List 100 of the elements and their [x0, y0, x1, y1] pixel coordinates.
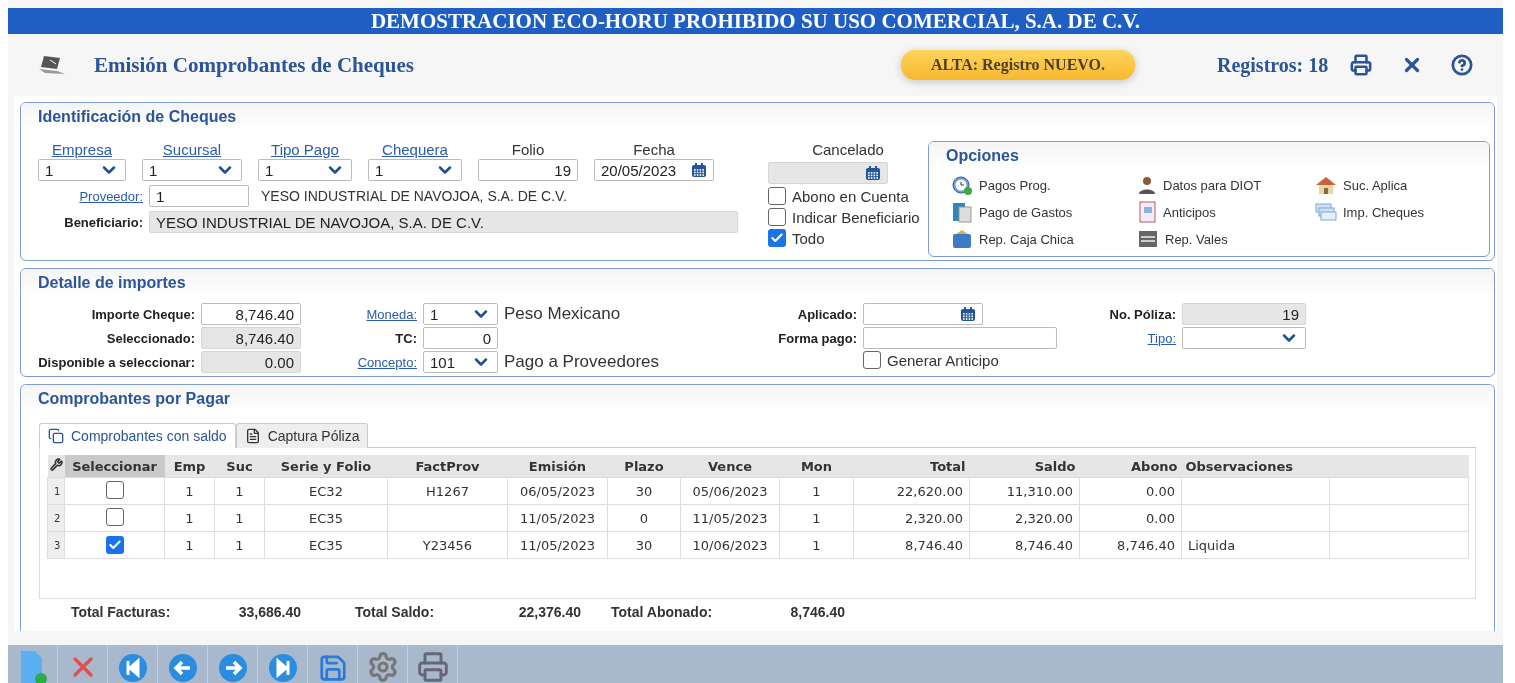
date-field[interactable]: [863, 303, 983, 325]
section-title: Opciones: [946, 147, 1019, 165]
calendar-icon[interactable]: [960, 306, 976, 322]
text-field[interactable]: 1: [149, 185, 249, 207]
field-link[interactable]: Tipo:: [1100, 330, 1176, 346]
column-header[interactable]: Total: [853, 455, 970, 478]
select-field[interactable]: 1: [368, 159, 462, 181]
table-cell: 30: [607, 531, 681, 559]
table-cell: 1: [779, 504, 854, 532]
calendar-icon[interactable]: [691, 162, 707, 178]
column-header[interactable]: Seleccionar: [64, 455, 165, 478]
table-cell: 2,320.00: [853, 504, 970, 532]
page-title: Emisión Comprobantes de Cheques: [94, 52, 414, 78]
field-label: No. Póliza:: [1108, 306, 1176, 322]
column-header[interactable]: Emp: [164, 455, 215, 478]
table-cell: 1: [779, 477, 854, 505]
text-field[interactable]: 19: [478, 159, 578, 181]
checkbox[interactable]: [768, 229, 786, 247]
table-cell: 1: [164, 477, 215, 505]
house-icon: [1315, 175, 1337, 195]
column-header[interactable]: Serie y Folio: [264, 455, 388, 478]
column-header[interactable]: Plazo: [607, 455, 681, 478]
field-label: Disponible a seleccionar:: [38, 354, 195, 370]
column-header[interactable]: Saldo: [969, 455, 1080, 478]
column-header[interactable]: Suc: [214, 455, 265, 478]
table-cell: EC35: [264, 531, 388, 559]
field-link[interactable]: Sucursal: [142, 141, 242, 159]
field-link[interactable]: Empresa: [38, 141, 126, 159]
copy-icon: [48, 428, 64, 444]
field-label: Aplicado:: [796, 306, 857, 322]
select-field[interactable]: 1: [142, 159, 242, 181]
field-link[interactable]: Concepto:: [355, 354, 417, 370]
check-icon: [107, 537, 122, 552]
field-link[interactable]: Chequera: [368, 141, 462, 159]
print-icon[interactable]: [1350, 54, 1373, 76]
field-label: Cancelado: [811, 141, 885, 159]
text-field[interactable]: 0: [423, 327, 498, 349]
clock-icon: [951, 174, 973, 196]
checkbox-label: Indicar Beneficiario: [792, 208, 920, 226]
total-value: 33,686.40: [237, 604, 301, 620]
table-cell: 1: [214, 477, 265, 505]
records-count: Registros: 18: [1217, 53, 1329, 77]
table-cell: 8,746.40: [853, 531, 970, 559]
table-cell: 11/05/2023: [507, 531, 608, 559]
table-cell: EC35: [264, 504, 388, 532]
table-cell: 0.00: [1079, 477, 1182, 505]
wrench-icon[interactable]: [49, 458, 63, 471]
field-link[interactable]: Proveedor:: [38, 188, 143, 204]
option-link[interactable]: Rep. Caja Chica: [951, 228, 1137, 250]
total-label: Total Facturas:: [71, 604, 172, 620]
settings-icon: [366, 651, 399, 683]
select-field[interactable]: [1182, 327, 1306, 349]
column-header[interactable]: Observaciones: [1181, 455, 1330, 478]
option-link[interactable]: Suc. Aplica: [1315, 174, 1489, 196]
option-link[interactable]: Pago de Gastos: [951, 201, 1137, 223]
column-header[interactable]: FactProv: [387, 455, 508, 478]
text-field[interactable]: 8,746.40: [201, 303, 301, 325]
tab[interactable]: Comprobantes con saldo: [39, 423, 236, 448]
option-link[interactable]: Rep. Vales: [1137, 228, 1315, 250]
field-label: Folio: [510, 141, 546, 159]
table-cell: 30: [607, 477, 681, 505]
document-icon: [244, 428, 261, 444]
column-header[interactable]: Vence: [680, 455, 780, 478]
select-field[interactable]: 101: [423, 351, 498, 373]
column-header[interactable]: Emisión: [507, 455, 608, 478]
checkbox-label: Todo: [792, 229, 825, 247]
field-link[interactable]: Tipo Pago: [258, 141, 352, 159]
table-cell: 10/06/2023: [680, 531, 780, 559]
checkbox[interactable]: [105, 535, 124, 554]
arrow-right-icon: [217, 653, 248, 683]
tab[interactable]: Captura Póliza: [235, 423, 369, 448]
column-header[interactable]: Abono: [1079, 455, 1182, 478]
help-icon[interactable]: [1451, 54, 1474, 76]
table-cell: 11/05/2023: [507, 504, 608, 532]
table-cell: 11,310.00: [969, 477, 1080, 505]
column-header[interactable]: Mon: [779, 455, 854, 478]
date-field[interactable]: 20/05/2023: [594, 159, 714, 181]
checkbox[interactable]: [768, 208, 786, 226]
option-link[interactable]: Datos para DIOT: [1137, 174, 1315, 196]
table-cell: 1: [779, 531, 854, 559]
person-icon: [1137, 175, 1157, 195]
book-icon: [951, 201, 973, 223]
option-link[interactable]: Anticipos: [1137, 201, 1315, 223]
printer-icon: [416, 651, 449, 683]
banner-title: DEMOSTRACION ECO-HORU PROHIBIDO SU USO COMERCIAL, S.A. DE C.V.: [8, 8, 1503, 34]
select-field[interactable]: 1: [423, 303, 498, 325]
select-field[interactable]: 1: [258, 159, 352, 181]
checkbox[interactable]: [105, 480, 124, 499]
supplier-name: YESO INDUSTRIAL DE NAVOJOA, S.A. DE C.V.: [261, 188, 567, 204]
total-label: Total Abonado:: [611, 604, 714, 620]
text-field[interactable]: [863, 327, 1057, 349]
option-link[interactable]: Imp. Cheques: [1315, 201, 1489, 223]
select-field[interactable]: 1: [38, 159, 126, 181]
total-value: 8,746.40: [789, 604, 845, 620]
field-link[interactable]: Moneda:: [355, 306, 417, 322]
checkbox[interactable]: [768, 187, 786, 205]
checkbox[interactable]: [863, 351, 881, 369]
checkbox[interactable]: [105, 507, 124, 526]
row-number: 2: [47, 504, 65, 532]
option-link[interactable]: Pagos Prog.: [951, 174, 1137, 196]
